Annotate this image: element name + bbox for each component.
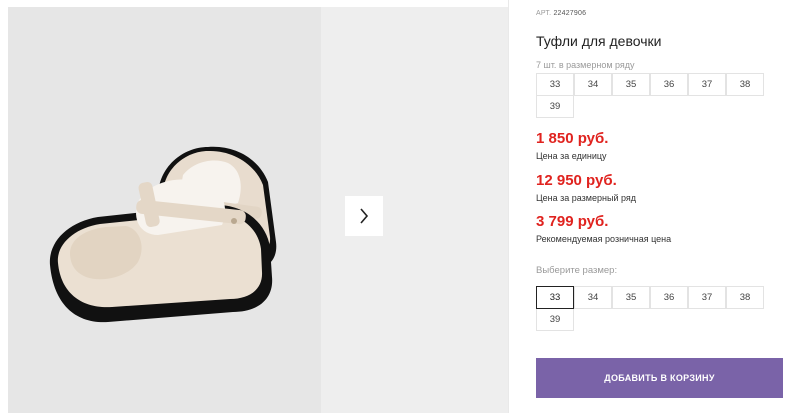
size-option[interactable]: 35 [612, 286, 650, 309]
product-sku: АРТ. 22427906 [536, 10, 586, 17]
product-gallery [0, 0, 508, 413]
unit-price-note: Цена за единицу [536, 151, 607, 161]
size-option[interactable]: 38 [726, 286, 764, 309]
size-selector: 33 34 35 36 37 38 39 [536, 286, 764, 331]
pack-size-cell: 36 [650, 73, 688, 96]
pack-size-cell: 35 [612, 73, 650, 96]
pack-size-cell: 39 [536, 95, 574, 118]
pack-size-cell: 38 [726, 73, 764, 96]
sku-number: 22427906 [553, 10, 587, 17]
product-title: Туфли для девочки [536, 33, 662, 49]
size-option[interactable]: 37 [688, 286, 726, 309]
product-photo [8, 7, 321, 413]
size-option[interactable]: 36 [650, 286, 688, 309]
pack-price: 12 950 руб. [536, 172, 617, 189]
shoe-image [49, 146, 277, 323]
gallery-next-button[interactable] [345, 196, 383, 236]
pack-size-label: 7 шт. в размерном ряду [536, 60, 635, 70]
retail-price-note: Рекомендуемая розничная цена [536, 234, 672, 244]
add-to-cart-button[interactable]: ДОБАВИТЬ В КОРЗИНУ [536, 358, 783, 398]
pack-size-cell: 37 [688, 73, 726, 96]
retail-price: 3 799 руб. [536, 213, 609, 230]
size-option[interactable]: 34 [574, 286, 612, 309]
choose-size-label: Выберите размер: [536, 265, 618, 276]
pack-price-note: Цена за размерный ряд [536, 193, 637, 203]
size-option[interactable]: 33 [536, 286, 574, 309]
unit-price: 1 850 руб. [536, 130, 609, 147]
panel-divider [508, 0, 509, 413]
pack-size-cell: 33 [536, 73, 574, 96]
pack-size-grid: 33 34 35 36 37 38 39 [536, 73, 764, 118]
size-option[interactable]: 39 [536, 308, 574, 331]
sku-label: АРТ. [536, 10, 552, 17]
chevron-right-icon [360, 208, 369, 224]
pack-size-cell: 34 [574, 73, 612, 96]
